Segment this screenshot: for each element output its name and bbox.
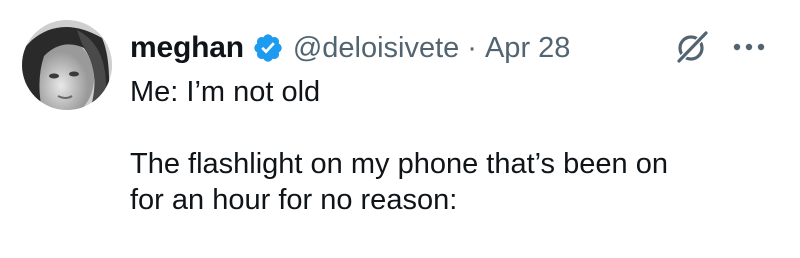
more-options-icon[interactable] xyxy=(728,40,770,52)
user-handle[interactable]: @deloisivete xyxy=(293,32,459,65)
tweet-text-line: for an hour for no reason: xyxy=(130,184,458,216)
tweet-text: Me: I’m not old The flashlight on my pho… xyxy=(130,74,770,218)
avatar[interactable] xyxy=(22,20,112,110)
display-name[interactable]: meghan xyxy=(130,31,244,65)
separator-dot: · xyxy=(467,31,477,64)
tweet-card[interactable]: meghan @deloisivete · Apr 28 Me: I’m not… xyxy=(0,0,800,258)
verified-badge-icon[interactable] xyxy=(252,32,284,64)
tweet-header: meghan @deloisivete · Apr 28 xyxy=(130,26,570,70)
tweet-text-line: The flashlight on my phone that’s been o… xyxy=(130,148,668,180)
grok-icon[interactable] xyxy=(675,30,709,64)
tweet-date[interactable]: Apr 28 xyxy=(485,32,570,65)
tweet-text-line: Me: I’m not old xyxy=(130,76,321,108)
